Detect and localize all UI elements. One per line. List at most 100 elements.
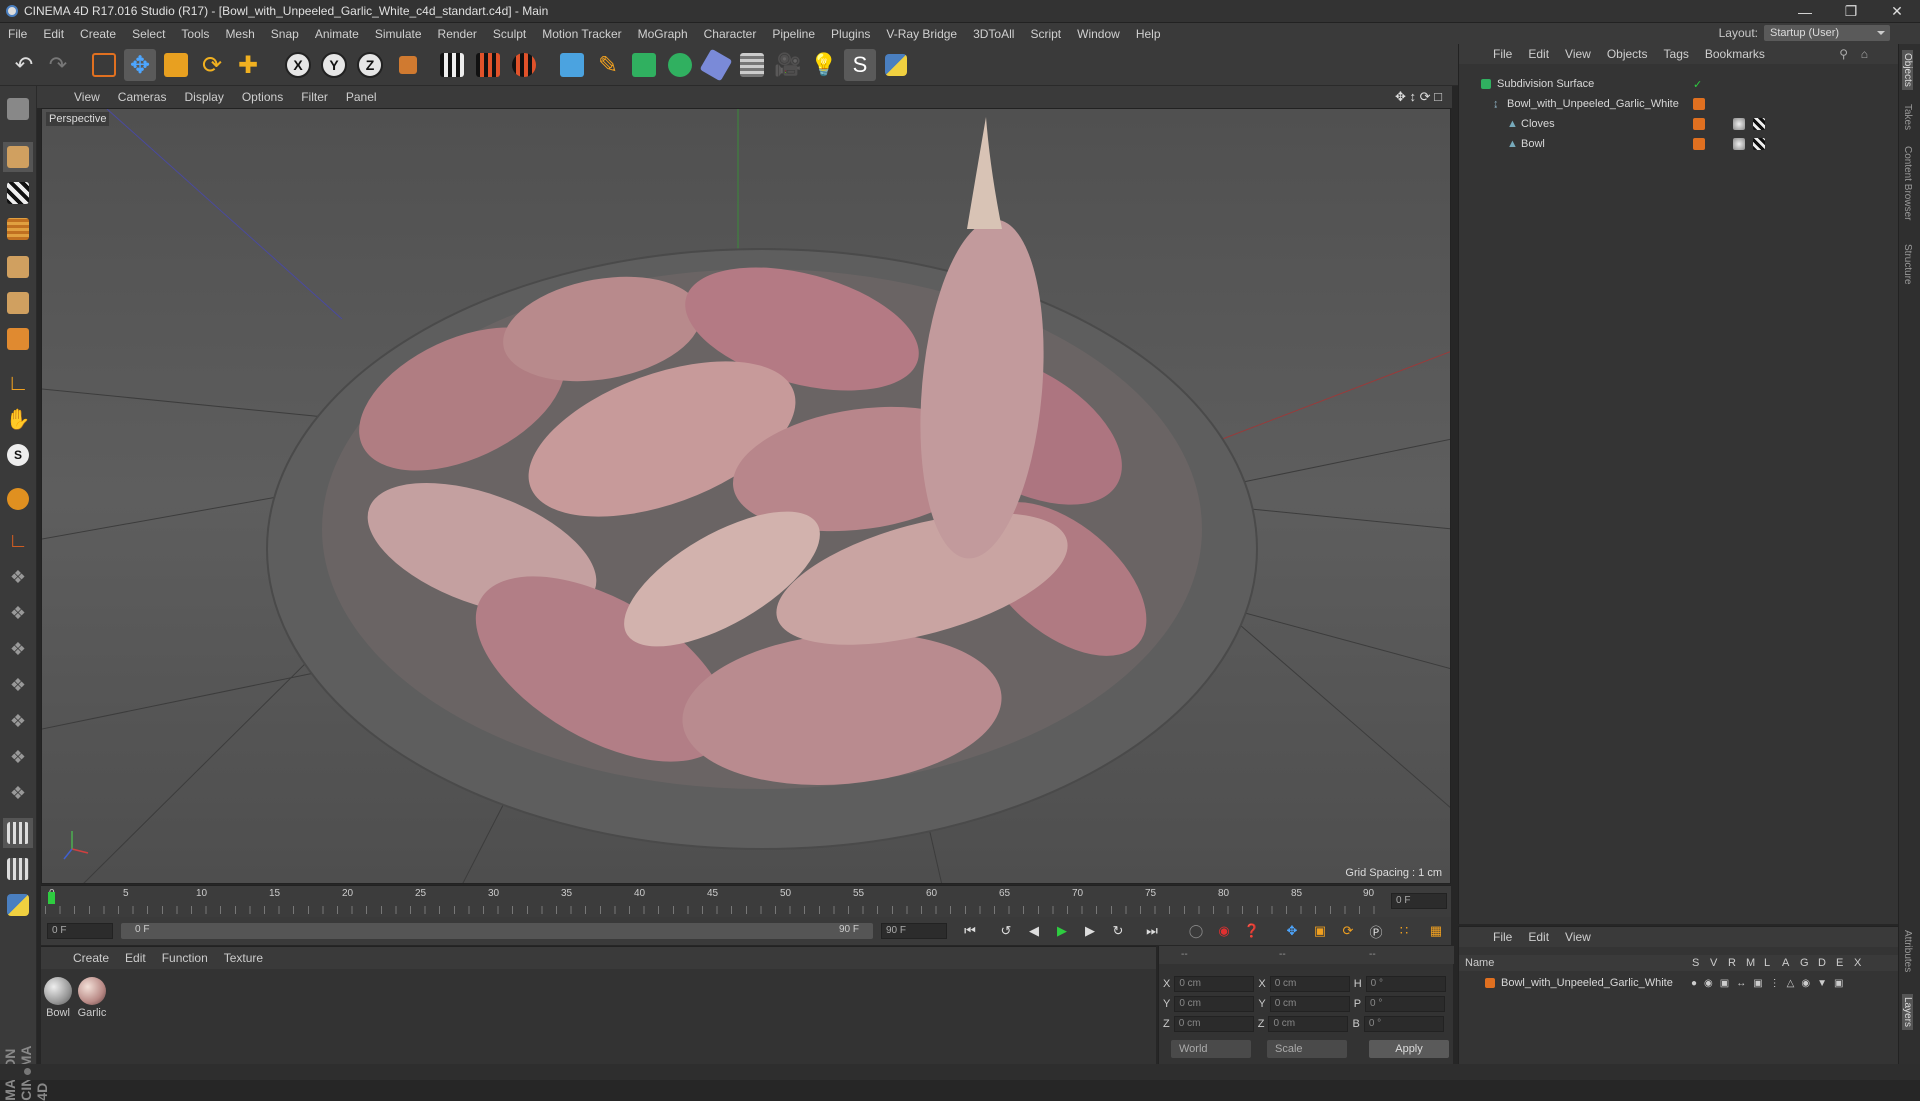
snap-settings-button[interactable] [3, 854, 33, 884]
cube-object-button[interactable] [556, 49, 588, 81]
menu-character[interactable]: Character [696, 27, 765, 41]
python-button[interactable] [880, 49, 912, 81]
model-mode-button[interactable] [3, 142, 33, 172]
autokeying-button[interactable]: ◉ [1213, 921, 1235, 941]
spline-pen-button[interactable]: ✎ [592, 49, 624, 81]
tab-layers[interactable]: Layers [1902, 994, 1913, 1031]
position-key-button[interactable]: ✥ [1281, 921, 1303, 941]
polygons-mode-button[interactable] [3, 324, 33, 354]
timeline-window-button[interactable]: ▦ [1425, 921, 1447, 941]
menu-file[interactable]: File [0, 27, 35, 41]
layout-dropdown[interactable]: Startup (User) [1764, 25, 1890, 41]
menu-mesh[interactable]: Mesh [217, 27, 262, 41]
rotation-p-field[interactable]: 0 ° [1365, 996, 1446, 1012]
material-tag-icon[interactable] [1733, 118, 1745, 130]
viewport-menu-panel[interactable]: Panel [337, 90, 386, 104]
tab-content-browser[interactable]: Content Browser [1902, 146, 1913, 220]
rotation-b-field[interactable]: 0 ° [1363, 1016, 1444, 1032]
material-menu-edit[interactable]: Edit [117, 951, 154, 965]
menu-help[interactable]: Help [1128, 27, 1169, 41]
object-row-cloves[interactable]: ▲ Cloves [1459, 114, 1899, 134]
snap-button[interactable]: S [3, 440, 33, 470]
menu-edit[interactable]: Edit [35, 27, 72, 41]
size-z-field[interactable]: 0 cm [1268, 1016, 1349, 1032]
material-tag-icon[interactable] [1733, 138, 1745, 150]
rotation-key-button[interactable]: ⟳ [1337, 921, 1359, 941]
objects-menu-objects[interactable]: Objects [1599, 47, 1656, 61]
restore-button[interactable]: ❐ [1828, 0, 1874, 23]
render-picture-viewer-button[interactable] [472, 49, 504, 81]
menu-motion-tracker[interactable]: Motion Tracker [534, 27, 629, 41]
material-menu-create[interactable]: Create [65, 951, 117, 965]
sculpt-tool-4[interactable]: ❖ [3, 670, 33, 700]
layer-row[interactable]: Bowl_with_Unpeeled_Garlic_White ●◉▣↔▣⋮△◉… [1459, 973, 1899, 993]
end-frame-field[interactable]: 90 F [881, 923, 947, 939]
objects-menu-bookmarks[interactable]: Bookmarks [1697, 47, 1773, 61]
3d-viewport[interactable]: Perspective Grid Spacing : 1 cm [41, 108, 1451, 884]
menu-3dtoall[interactable]: 3DToAll [965, 27, 1022, 41]
search-icon[interactable]: ⚲ [1839, 47, 1848, 61]
layers-menu-edit[interactable]: Edit [1520, 930, 1557, 944]
texture-tag-icon[interactable] [1753, 118, 1765, 130]
render-view-button[interactable] [436, 49, 468, 81]
layer-color-swatch[interactable] [1485, 978, 1495, 988]
points-mode-button[interactable] [3, 252, 33, 282]
texture-mode-button[interactable] [3, 178, 33, 208]
objects-menu-tags[interactable]: Tags [1656, 47, 1697, 61]
sculpt-tool-1[interactable]: ❖ [3, 562, 33, 592]
size-y-field[interactable]: 0 cm [1269, 996, 1350, 1012]
position-x-field[interactable]: 0 cm [1174, 976, 1255, 992]
rotation-h-field[interactable]: 0 ° [1365, 976, 1446, 992]
parameter-key-button[interactable]: Ⓟ [1365, 921, 1387, 941]
previous-frame-button[interactable]: ◀ [1023, 921, 1045, 941]
subdivision-surface-button[interactable] [628, 49, 660, 81]
object-row-subdivision-surface[interactable]: Subdivision Surface ✓ [1459, 74, 1899, 94]
rotate-tool-button[interactable]: ⟳ [196, 49, 228, 81]
layer-color-tag[interactable] [1693, 98, 1705, 110]
viewport-menu-view[interactable]: View [65, 90, 109, 104]
layer-color-tag[interactable] [1693, 118, 1705, 130]
size-x-field[interactable]: 0 cm [1269, 976, 1350, 992]
menu-create[interactable]: Create [72, 27, 124, 41]
python-console-button[interactable] [3, 890, 33, 920]
menu-pipeline[interactable]: Pipeline [764, 27, 823, 41]
menu-simulate[interactable]: Simulate [367, 27, 430, 41]
scale-tool-button[interactable] [160, 49, 192, 81]
layer-color-tag[interactable] [1693, 138, 1705, 150]
minimize-button[interactable]: — [1782, 0, 1828, 23]
scale-key-button[interactable]: ▣ [1309, 921, 1331, 941]
previous-key-button[interactable]: ↺ [995, 921, 1017, 941]
apply-button[interactable]: Apply [1369, 1040, 1449, 1058]
redo-button[interactable]: ↷ [42, 49, 74, 81]
record-keys-button[interactable]: ◯ [1185, 921, 1207, 941]
workplane-axis-button[interactable]: ∟ [3, 526, 33, 556]
home-icon[interactable]: ⌂ [1861, 47, 1868, 61]
grid-snap-button[interactable] [3, 818, 33, 848]
viewport-menu-options[interactable]: Options [233, 90, 292, 104]
menu-vray-bridge[interactable]: V-Ray Bridge [878, 27, 965, 41]
point-level-button[interactable]: ∷ [1393, 921, 1415, 941]
coordinate-system-button[interactable] [392, 49, 424, 81]
viewport-menu-display[interactable]: Display [175, 90, 232, 104]
material-garlic[interactable]: Garlic [77, 977, 107, 1019]
layers-menu-file[interactable]: File [1485, 930, 1520, 944]
menu-plugins[interactable]: Plugins [823, 27, 878, 41]
magnet-button[interactable] [3, 484, 33, 514]
floor-button[interactable] [736, 49, 768, 81]
viewport-nav-icons[interactable]: ✥ ↕ ⟳ □ [1395, 89, 1442, 105]
undo-button[interactable]: ↶ [8, 49, 40, 81]
go-to-end-button[interactable]: ⏭ [1141, 921, 1163, 941]
current-frame-field[interactable]: 0 F [1391, 893, 1447, 909]
position-y-field[interactable]: 0 cm [1174, 996, 1255, 1012]
go-to-start-button[interactable]: ⏮ [959, 921, 981, 941]
objects-menu-edit[interactable]: Edit [1520, 47, 1557, 61]
tab-structure[interactable]: Structure [1902, 244, 1913, 285]
viewport-menu-filter[interactable]: Filter [292, 90, 337, 104]
close-button[interactable]: ✕ [1874, 0, 1920, 23]
keyframe-selection-button[interactable]: ❓ [1241, 921, 1263, 941]
workplane-mode-button[interactable] [3, 214, 33, 244]
axis-mode-button[interactable]: ∟ [3, 368, 33, 398]
next-key-button[interactable]: ↻ [1107, 921, 1129, 941]
material-bowl[interactable]: Bowl [43, 977, 73, 1019]
playhead-marker[interactable] [48, 892, 55, 904]
